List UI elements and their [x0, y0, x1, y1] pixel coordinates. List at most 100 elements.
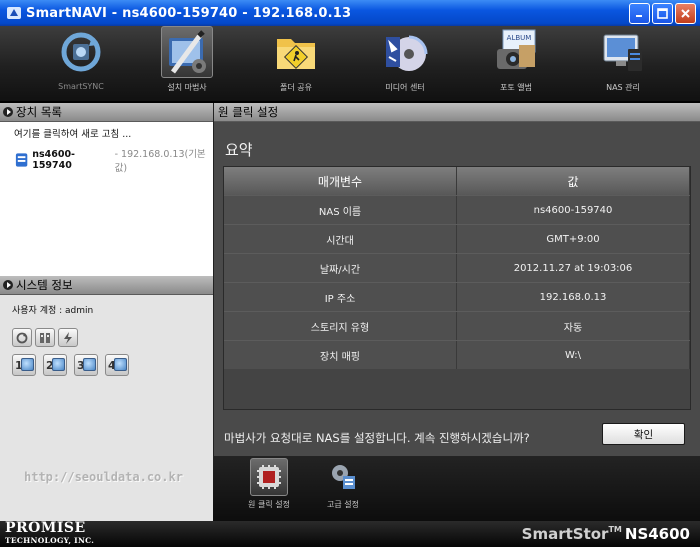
device-list: 여기를 클릭하여 새로 고침 ... ns4600-159740 - 192.1… [0, 122, 213, 276]
maximize-button[interactable] [652, 2, 673, 24]
info-icon [40, 332, 50, 343]
window-title: SmartNAVI - ns4600-159740 - 192.168.0.13 [26, 5, 352, 21]
one-click-setup-icon [257, 465, 281, 489]
table-row: 날짜/시간 2012.11.27 at 19:03:06 [224, 253, 690, 282]
table-cell: 날짜/시간 [224, 254, 457, 282]
bottom-tool-label: 고급 설정 [327, 500, 359, 509]
minimize-button[interactable] [629, 2, 650, 24]
toolbar-folder-share[interactable]: 폴더 공유 [257, 26, 335, 98]
volume-icon [83, 358, 96, 371]
refresh-icon [16, 332, 28, 343]
system-info-panel: 사용자 계정 : admin 1 2 3 4 [0, 295, 213, 521]
volume-button-2[interactable]: 2 [43, 354, 67, 376]
summary-title: 요약 [225, 141, 253, 159]
volume-button-3[interactable]: 3 [74, 354, 98, 376]
smartsync-icon [61, 32, 101, 72]
system-info-title: 시스템 정보 [16, 278, 73, 292]
toolbar-nas-manage[interactable]: NAS 관리 [584, 26, 662, 98]
toolbar-label: 미디어 센터 [385, 83, 425, 92]
product-line: SmartStor [521, 525, 609, 543]
table-cell: 자동 [457, 312, 690, 340]
table-cell: GMT+9:00 [457, 225, 690, 253]
close-icon [681, 8, 690, 18]
left-panel: 장치 목록 여기를 클릭하여 새로 고침 ... ns4600-159740 -… [0, 103, 213, 521]
confirm-message: 마법사가 요청대로 NAS를 설정합니다. 계속 진행하시겠습니까? [224, 431, 530, 445]
photo-album-sign: ALBUM [507, 34, 532, 42]
volume-button-1[interactable]: 1 [12, 354, 36, 376]
toolbar-label: NAS 관리 [606, 83, 640, 92]
watermark-text: http://seouldata.co.kr [24, 470, 183, 484]
brand-name: PROMISE [5, 520, 86, 536]
table-cell: IP 주소 [224, 283, 457, 311]
table-cell: ns4600-159740 [457, 196, 690, 224]
media-center-icon [386, 35, 428, 71]
title-bar: SmartNAVI - ns4600-159740 - 192.168.0.13 [0, 0, 700, 26]
info-button[interactable] [35, 328, 55, 347]
setup-wizard-icon [169, 30, 206, 74]
volume-button-4[interactable]: 4 [105, 354, 129, 376]
folder-share-icon [277, 39, 315, 70]
table-row: IP 주소 192.168.0.13 [224, 282, 690, 311]
table-cell: NAS 이름 [224, 196, 457, 224]
maximize-icon [657, 7, 668, 19]
toolbar-photo-album[interactable]: ALBUM 포토 앨범 [477, 26, 555, 98]
advanced-setup-tab[interactable]: 고급 설정 [313, 458, 373, 510]
column-header-value: 값 [457, 167, 690, 195]
refresh-link[interactable]: 여기를 클릭하여 새로 고침 ... [14, 126, 213, 140]
toolbar-label: 설치 마법사 [167, 83, 207, 92]
panel-header: 원 클릭 설정 [214, 103, 700, 122]
collapse-arrow-icon [3, 280, 13, 290]
close-button[interactable] [675, 2, 696, 24]
system-info-header[interactable]: 시스템 정보 [0, 276, 213, 295]
brand-subtitle: TECHNOLOGY, INC. [5, 536, 95, 545]
product-name: SmartStorTM NS4600 [522, 525, 690, 543]
volume-icon [114, 358, 127, 371]
power-button[interactable] [58, 328, 78, 347]
trademark: TM [608, 525, 622, 534]
device-list-title: 장치 목록 [16, 105, 62, 119]
footer-bar: PROMISE TECHNOLOGY, INC. SmartStorTM NS46… [0, 521, 700, 547]
summary-table: 매개변수 값 NAS 이름 ns4600-159740 시간대 GMT+9:00… [223, 166, 691, 410]
table-cell: 장치 매핑 [224, 341, 457, 369]
column-header-parameter: 매개변수 [224, 167, 457, 195]
toolbar-media-center[interactable]: 미디어 센터 [366, 26, 444, 98]
reconnect-button[interactable] [12, 328, 32, 347]
user-account: 사용자 계정 : admin [12, 306, 94, 316]
toolbar-label: 폴더 공유 [280, 83, 312, 92]
toolbar-smartsync[interactable]: SmartSYNC [42, 26, 120, 98]
table-row: 장치 매핑 W:\ [224, 340, 690, 369]
device-name: ns4600-159740 [32, 149, 76, 171]
table-cell: 시간대 [224, 225, 457, 253]
device-address: - 192.168.0.13(기본값) [114, 149, 206, 174]
promise-logo: PROMISE TECHNOLOGY, INC. [5, 520, 95, 546]
lightning-icon [64, 331, 72, 344]
photo-album-icon: ALBUM [497, 29, 536, 69]
collapse-arrow-icon [3, 107, 13, 117]
device-list-item[interactable]: ns4600-159740 - 192.168.0.13(기본값) [14, 146, 213, 174]
table-cell: 스토리지 유형 [224, 312, 457, 340]
table-cell: 2012.11.27 at 19:03:06 [457, 254, 690, 282]
table-row: NAS 이름 ns4600-159740 [224, 195, 690, 224]
ok-button[interactable]: 확인 [602, 423, 685, 445]
nas-manage-icon [603, 34, 642, 71]
one-click-setup-panel: 원 클릭 설정 요약 매개변수 값 NAS 이름 ns4600-159740 시… [213, 103, 700, 456]
toolbar-label: 포토 앨범 [500, 83, 532, 92]
table-cell: W:\ [457, 341, 690, 369]
toolbar-setup-wizard[interactable]: 설치 마법사 [148, 26, 226, 98]
main-toolbar: SmartSYNC 설치 마법사 폴더 공유 미디어 센터 ALBUM 포토 앨… [0, 26, 700, 102]
one-click-setup-tab[interactable]: 원 클릭 설정 [239, 458, 299, 510]
toolbar-label: SmartSYNC [58, 82, 104, 91]
table-row: 시간대 GMT+9:00 [224, 224, 690, 253]
minimize-icon [635, 15, 642, 17]
volume-icon [21, 358, 34, 371]
table-cell: 192.168.0.13 [457, 283, 690, 311]
table-header: 매개변수 값 [224, 167, 690, 195]
app-icon [7, 7, 21, 19]
volume-icon [52, 358, 65, 371]
device-list-header[interactable]: 장치 목록 [0, 103, 213, 122]
advanced-setup-icon [332, 465, 355, 489]
nas-device-icon [15, 153, 28, 167]
setup-mode-toolbar: 원 클릭 설정 고급 설정 [213, 456, 700, 521]
bottom-tool-label: 원 클릭 설정 [248, 500, 290, 509]
table-row: 스토리지 유형 자동 [224, 311, 690, 340]
